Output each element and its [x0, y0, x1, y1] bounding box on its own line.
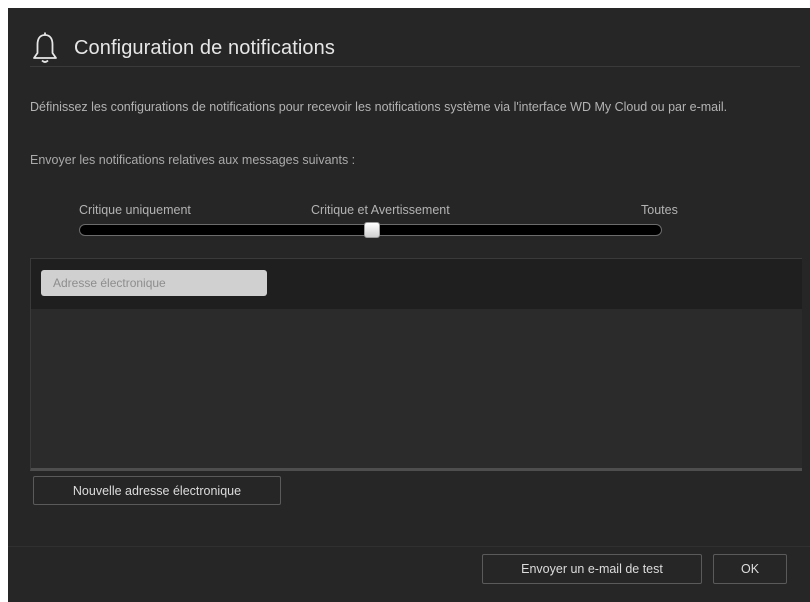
- slider-label-critical-warning: Critique et Avertissement: [311, 203, 450, 217]
- description-text: Définissez les configurations de notific…: [30, 100, 728, 114]
- notification-level-slider-thumb[interactable]: [364, 222, 380, 238]
- dialog-title: Configuration de notifications: [74, 36, 335, 59]
- new-email-button[interactable]: Nouvelle adresse électronique: [33, 476, 281, 505]
- email-address-input[interactable]: [41, 270, 267, 296]
- ok-button[interactable]: OK: [713, 554, 787, 584]
- footer-divider: [8, 546, 810, 547]
- send-test-email-button[interactable]: Envoyer un e-mail de test: [482, 554, 702, 584]
- dialog-header: Configuration de notifications: [30, 30, 800, 67]
- slider-label-all: Toutes: [641, 203, 678, 217]
- email-list-panel: [30, 258, 802, 471]
- email-list-row: [31, 259, 802, 309]
- slider-label-critical-only: Critique uniquement: [79, 203, 191, 217]
- bell-icon: [33, 32, 57, 63]
- send-notifications-label: Envoyer les notifications relatives aux …: [30, 153, 356, 167]
